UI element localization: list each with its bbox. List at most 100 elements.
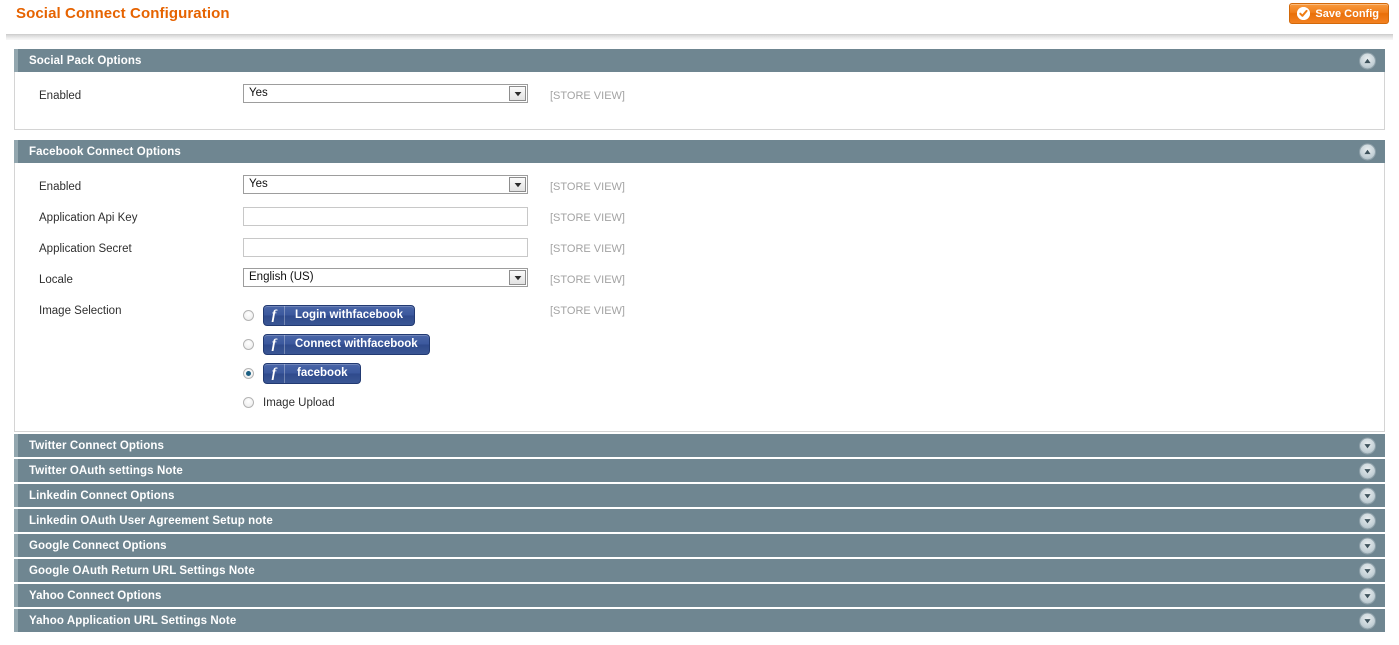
section-header-yahoo-application-url-settings-note[interactable]: Yahoo Application URL Settings Note <box>14 609 1385 632</box>
check-circle-icon <box>1297 7 1311 20</box>
image-option-login-with-facebook[interactable]: f Login with facebook <box>243 301 528 330</box>
enabled-select[interactable]: Yes <box>243 84 528 103</box>
field-label: Application Secret <box>39 243 132 255</box>
save-config-label: Save Config <box>1315 7 1379 20</box>
page-title: Social Connect Configuration <box>16 5 230 22</box>
save-config-button[interactable]: Save Config <box>1289 3 1389 24</box>
field-control: Yes <box>243 84 528 103</box>
scope-label: [STORE VIEW] <box>550 212 625 224</box>
section-header-twitter-connect-options[interactable]: Twitter Connect Options <box>14 434 1385 457</box>
scope-label: [STORE VIEW] <box>550 181 625 193</box>
collapsed-section-linkedin-oauth-user-agreement-setup-note: Linkedin OAuth User Agreement Setup note <box>14 509 1385 532</box>
facebook-brand-text: facebook <box>352 308 403 321</box>
button-prefix: Connect with <box>295 337 368 350</box>
locale-select[interactable]: English (US) <box>243 268 528 287</box>
radio-connect-with-facebook[interactable] <box>243 339 254 350</box>
facebook-f-icon: f <box>264 364 285 383</box>
section-header-linkedin-connect-options[interactable]: Linkedin Connect Options <box>14 484 1385 507</box>
collapsed-section-yahoo-connect-options: Yahoo Connect Options <box>14 584 1385 607</box>
section-title: Google Connect Options <box>29 539 167 552</box>
field-label: Enabled <box>39 181 82 193</box>
chevron-down-icon[interactable] <box>1360 613 1375 628</box>
section-social-pack-options: Social Pack Options Enabled Yes [STORE V… <box>14 49 1385 130</box>
field-control: Yes <box>243 175 528 194</box>
facebook-connect-button-label: Connect with facebook <box>285 335 429 354</box>
field-label: Application Api Key <box>39 212 138 224</box>
header-divider <box>6 34 1393 40</box>
facebook-brand-text: facebook <box>367 337 418 350</box>
field-row-enabled: Enabled Yes [STORE VIEW] <box>15 84 1384 115</box>
facebook-plain-button[interactable]: f facebook <box>263 363 361 384</box>
radio-image-upload[interactable] <box>243 397 254 408</box>
section-title: Social Pack Options <box>29 54 142 67</box>
section-title: Twitter Connect Options <box>29 439 164 452</box>
field-label: Locale <box>39 274 73 286</box>
application-api-key-input[interactable] <box>243 206 528 226</box>
section-title: Google OAuth Return URL Settings Note <box>29 564 255 577</box>
collapsed-section-google-oauth-return-url-settings-note: Google OAuth Return URL Settings Note <box>14 559 1385 582</box>
section-title: Twitter OAuth settings Note <box>29 464 183 477</box>
section-title: Yahoo Application URL Settings Note <box>29 614 237 627</box>
field-row-image-selection: Image Selection f Login with facebook f <box>15 299 1384 417</box>
application-secret-input[interactable] <box>243 237 528 257</box>
button-prefix: Login with <box>295 308 353 321</box>
image-selection-radio-group: f Login with facebook f Connect with fac… <box>243 299 528 417</box>
chevron-up-icon[interactable] <box>1360 144 1375 159</box>
scope-label: [STORE VIEW] <box>550 90 625 102</box>
facebook-enabled-select[interactable]: Yes <box>243 175 528 194</box>
field-control: English (US) <box>243 268 528 287</box>
chevron-down-icon[interactable] <box>509 177 526 192</box>
section-title: Facebook Connect Options <box>29 145 181 158</box>
scope-label: [STORE VIEW] <box>550 305 625 317</box>
facebook-f-icon: f <box>264 306 285 325</box>
chevron-down-icon[interactable] <box>509 86 526 101</box>
select-value: Yes <box>249 86 268 99</box>
chevron-down-icon[interactable] <box>1360 563 1375 578</box>
facebook-brand-text: facebook <box>297 366 348 379</box>
section-header-social-pack-options[interactable]: Social Pack Options <box>14 49 1385 72</box>
field-row-locale: Locale English (US) [STORE VIEW] <box>15 268 1384 299</box>
section-title: Yahoo Connect Options <box>29 589 162 602</box>
facebook-connect-button[interactable]: f Connect with facebook <box>263 334 430 355</box>
facebook-login-button-label: Login with facebook <box>285 306 414 325</box>
section-header-yahoo-connect-options[interactable]: Yahoo Connect Options <box>14 584 1385 607</box>
radio-facebook[interactable] <box>243 368 254 379</box>
image-option-facebook[interactable]: f facebook <box>243 359 528 388</box>
field-row-application-api-key: Application Api Key [STORE VIEW] <box>15 206 1384 237</box>
chevron-down-icon[interactable] <box>1360 588 1375 603</box>
collapsed-section-yahoo-application-url-settings-note: Yahoo Application URL Settings Note <box>14 609 1385 632</box>
radio-login-with-facebook[interactable] <box>243 310 254 321</box>
image-option-image-upload[interactable]: Image Upload <box>243 388 528 417</box>
chevron-down-icon[interactable] <box>1360 438 1375 453</box>
chevron-down-icon[interactable] <box>1360 513 1375 528</box>
section-title: Linkedin OAuth User Agreement Setup note <box>29 514 273 527</box>
scope-label: [STORE VIEW] <box>550 243 625 255</box>
section-title: Linkedin Connect Options <box>29 489 175 502</box>
facebook-plain-button-label: facebook <box>285 364 360 383</box>
config-sections: Social Pack Options Enabled Yes [STORE V… <box>0 49 1399 632</box>
select-value: Yes <box>249 177 268 190</box>
section-header-facebook-connect-options[interactable]: Facebook Connect Options <box>14 140 1385 163</box>
field-label: Enabled <box>39 90 82 102</box>
facebook-login-button[interactable]: f Login with facebook <box>263 305 415 326</box>
chevron-down-icon[interactable] <box>509 270 526 285</box>
scope-label: [STORE VIEW] <box>550 274 625 286</box>
section-facebook-connect-options: Facebook Connect Options Enabled Yes [ST… <box>14 140 1385 432</box>
section-header-linkedin-oauth-user-agreement-setup-note[interactable]: Linkedin OAuth User Agreement Setup note <box>14 509 1385 532</box>
section-body-social-pack-options: Enabled Yes [STORE VIEW] <box>14 72 1385 130</box>
field-row-application-secret: Application Secret [STORE VIEW] <box>15 237 1384 268</box>
field-label: Image Selection <box>39 305 122 317</box>
image-option-connect-with-facebook[interactable]: f Connect with facebook <box>243 330 528 359</box>
collapsed-section-linkedin-connect-options: Linkedin Connect Options <box>14 484 1385 507</box>
section-header-google-oauth-return-url-settings-note[interactable]: Google OAuth Return URL Settings Note <box>14 559 1385 582</box>
chevron-down-icon[interactable] <box>1360 463 1375 478</box>
chevron-up-icon[interactable] <box>1360 53 1375 68</box>
collapsed-section-google-connect-options: Google Connect Options <box>14 534 1385 557</box>
section-body-facebook-connect-options: Enabled Yes [STORE VIEW] Application Api… <box>14 163 1385 432</box>
field-row-enabled: Enabled Yes [STORE VIEW] <box>15 175 1384 206</box>
chevron-down-icon[interactable] <box>1360 538 1375 553</box>
section-header-google-connect-options[interactable]: Google Connect Options <box>14 534 1385 557</box>
section-header-twitter-oauth-settings-note[interactable]: Twitter OAuth settings Note <box>14 459 1385 482</box>
chevron-down-icon[interactable] <box>1360 488 1375 503</box>
collapsed-section-twitter-connect-options: Twitter Connect Options <box>14 434 1385 457</box>
